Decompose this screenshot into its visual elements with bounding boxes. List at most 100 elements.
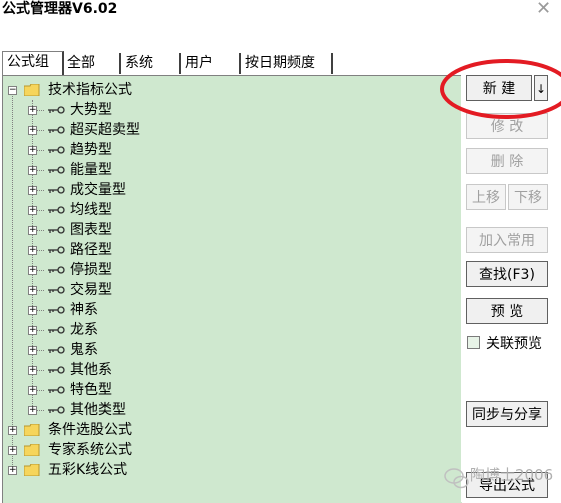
key-icon [48, 366, 65, 374]
expand-icon[interactable]: + [28, 186, 37, 195]
window-title: 公式管理器V6.02 [2, 1, 118, 17]
tree-item-subgroup[interactable]: + 大势型 [3, 100, 453, 120]
collapse-icon[interactable]: − [8, 86, 17, 95]
tree-item-group[interactable]: + 专家系统公式 [3, 440, 453, 460]
expand-icon[interactable]: + [28, 246, 37, 255]
tree-item-label: 路径型 [70, 242, 112, 258]
tree-item-subgroup[interactable]: + 龙系 [3, 320, 453, 340]
tree-item-group[interactable]: + 条件选股公式 [3, 420, 453, 440]
tree-item-technical-indicators[interactable]: − 技术指标公式 [3, 80, 453, 100]
tree-item-label: 其他系 [70, 362, 112, 378]
key-icon [48, 406, 65, 414]
expand-icon[interactable]: + [28, 306, 37, 315]
tab-formula-group[interactable]: 公式组 [2, 51, 64, 75]
tree-item-label: 能量型 [70, 162, 112, 178]
tree-item-subgroup[interactable]: + 特色型 [3, 380, 453, 400]
expand-icon[interactable]: + [28, 126, 37, 135]
link-preview-checkbox[interactable] [467, 336, 480, 349]
expand-icon[interactable]: + [28, 286, 37, 295]
folder-icon [24, 84, 40, 96]
preview-button[interactable]: 预 览 [466, 298, 548, 324]
tree-item-subgroup[interactable]: + 神系 [3, 300, 453, 320]
key-icon [48, 286, 65, 294]
expand-icon[interactable]: + [28, 226, 37, 235]
tree-item-subgroup[interactable]: + 交易型 [3, 280, 453, 300]
key-icon [48, 326, 65, 334]
tree-item-label: 特色型 [70, 382, 112, 398]
tab-system[interactable]: 系统 [121, 53, 181, 74]
key-icon [48, 266, 65, 274]
tree-item-subgroup[interactable]: + 其他系 [3, 360, 453, 380]
expand-icon[interactable]: + [28, 366, 37, 375]
tree-item-subgroup[interactable]: + 路径型 [3, 240, 453, 260]
chevron-down-icon[interactable]: ↓ [534, 75, 548, 101]
expand-icon[interactable]: + [28, 326, 37, 335]
tree-item-subgroup[interactable]: + 均线型 [3, 200, 453, 220]
expand-icon[interactable]: + [28, 106, 37, 115]
tree-item-label: 大势型 [70, 102, 112, 118]
key-icon [48, 346, 65, 354]
tree-item-label: 其他类型 [70, 402, 126, 418]
expand-icon[interactable]: + [28, 266, 37, 275]
tree-item-subgroup[interactable]: + 鬼系 [3, 340, 453, 360]
key-icon [48, 226, 65, 234]
move-down-button[interactable]: 下移 [508, 184, 548, 210]
tree-item-label: 龙系 [70, 322, 98, 338]
key-icon [48, 306, 65, 314]
find-button[interactable]: 查找(F3) [466, 261, 548, 287]
folder-icon [24, 444, 40, 456]
new-button[interactable]: 新 建 [466, 75, 532, 101]
tree-item-subgroup[interactable]: + 其他类型 [3, 400, 453, 420]
tree-item-subgroup[interactable]: + 停损型 [3, 260, 453, 280]
tree-item-label: 超买超卖型 [70, 122, 140, 138]
tab-user[interactable]: 用户 [181, 53, 241, 74]
expand-icon[interactable]: + [8, 466, 17, 475]
add-to-common-button[interactable]: 加入常用 [466, 227, 548, 253]
title-bar: 公式管理器V6.02 ✕ [0, 0, 561, 22]
tree-item-label: 五彩K线公式 [48, 462, 128, 478]
key-icon [48, 146, 65, 154]
key-icon [48, 186, 65, 194]
link-preview-label: 关联预览 [486, 336, 542, 352]
tree-item-label: 图表型 [70, 222, 112, 238]
tree-item-label: 技术指标公式 [48, 82, 132, 98]
delete-button[interactable]: 删 除 [466, 148, 548, 174]
tree-item-label: 鬼系 [70, 342, 98, 358]
tree-item-subgroup[interactable]: + 图表型 [3, 220, 453, 240]
tree-item-label: 趋势型 [70, 142, 112, 158]
key-icon [48, 126, 65, 134]
expand-icon[interactable]: + [28, 146, 37, 155]
expand-icon[interactable]: + [8, 446, 17, 455]
tree-item-subgroup[interactable]: + 成交量型 [3, 180, 453, 200]
folder-icon [24, 464, 40, 476]
expand-icon[interactable]: + [28, 346, 37, 355]
tree-item-subgroup[interactable]: + 趋势型 [3, 140, 453, 160]
tree-item-label: 成交量型 [70, 182, 126, 198]
folder-icon [24, 424, 40, 436]
move-up-button[interactable]: 上移 [466, 184, 506, 210]
key-icon [48, 106, 65, 114]
tab-by-date-frequency[interactable]: 按日期频度 [241, 53, 333, 74]
tree-item-label: 条件选股公式 [48, 422, 132, 438]
expand-icon[interactable]: + [28, 406, 37, 415]
tree-item-group[interactable]: + 五彩K线公式 [3, 460, 453, 480]
edit-button[interactable]: 修 改 [466, 113, 548, 139]
sync-share-button[interactable]: 同步与分享 [466, 401, 548, 427]
expand-icon[interactable]: + [28, 386, 37, 395]
formula-tree[interactable]: − 技术指标公式 + 大势型 + 超买超卖型 + 趋势型 + 能量型 + 成交量型 + 均线型 + 图表型… [2, 75, 462, 503]
tree-item-subgroup[interactable]: + 超买超卖型 [3, 120, 453, 140]
expand-icon[interactable]: + [28, 166, 37, 175]
tree-item-subgroup[interactable]: + 能量型 [3, 160, 453, 180]
key-icon [48, 206, 65, 214]
tree-item-label: 停损型 [70, 262, 112, 278]
tree-item-label: 交易型 [70, 282, 112, 298]
expand-icon[interactable]: + [28, 206, 37, 215]
key-icon [48, 386, 65, 394]
tree-item-label: 均线型 [70, 202, 112, 218]
expand-icon[interactable]: + [8, 426, 17, 435]
key-icon [48, 166, 65, 174]
close-icon[interactable]: ✕ [536, 0, 551, 18]
key-icon [48, 246, 65, 254]
tree-item-label: 专家系统公式 [48, 442, 132, 458]
tab-all[interactable]: 全部 [63, 53, 121, 74]
